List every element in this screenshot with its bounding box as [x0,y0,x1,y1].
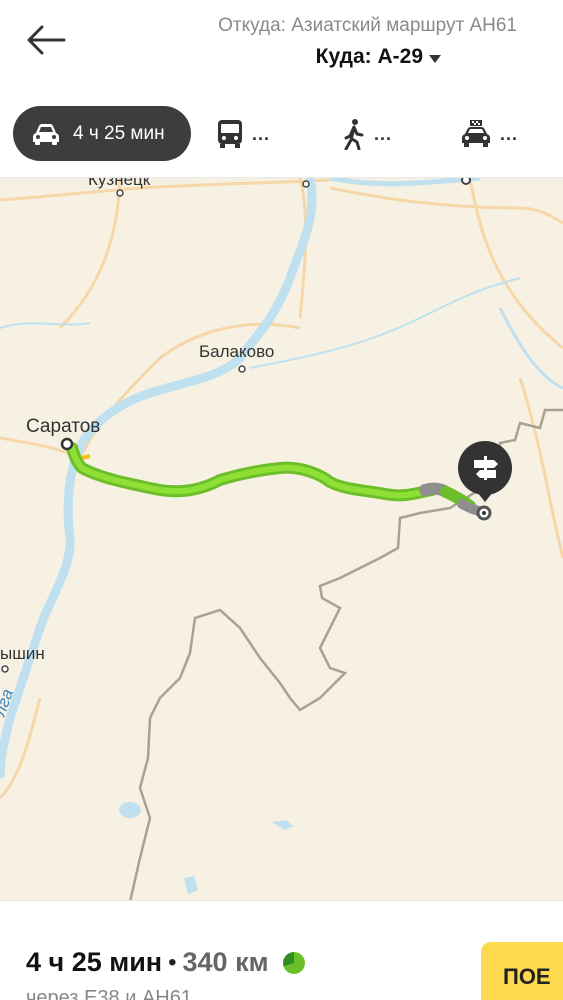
tab-public-transport-label: ... [252,123,271,144]
city-label-kuznetsk: Кузнецк [88,178,151,189]
go-button[interactable]: ПОЕ [481,942,563,1000]
tab-car-label: 4 ч 25 мин [73,122,165,144]
map-canvas [0,178,563,902]
map-view[interactable]: Кузнецк Балаково Саратов ышин лга [0,178,563,902]
city-dot [302,180,310,188]
bus-icon [218,120,242,148]
city-label-saratov: Саратов [26,416,101,437]
route-end-point-dot [482,511,486,515]
city-dot [461,178,471,185]
route-duration: 4 ч 25 мин [26,947,163,977]
taxi-icon [462,120,490,147]
tab-walk[interactable]: ... [342,114,392,154]
city-label-balakovo: Балаково [199,342,275,361]
car-icon [33,123,59,145]
tab-taxi-label: ... [500,123,519,144]
tab-car[interactable]: 4 ч 25 мин [13,106,191,161]
route-header: Откуда: Азиатский маршрут АН61 Куда: А-2… [0,0,563,90]
lake [119,802,141,818]
tab-walk-label: ... [374,123,393,144]
pedestrian-icon [344,119,364,150]
route-distance: 340 км [182,947,269,977]
tab-taxi[interactable]: ... [460,114,518,154]
arrow-left-icon [27,25,66,55]
transport-mode-tabs: 4 ч 25 мин ... ... ... [0,90,563,178]
city-dot [1,665,9,673]
city-dot [238,365,246,373]
summary-separator: • [168,948,177,976]
route-summary: 4 ч 25 мин • 340 км [26,947,305,978]
route-to-text[interactable]: Куда: А-29 [316,45,423,69]
route-start-point[interactable] [60,437,74,451]
caret-down-icon[interactable] [426,50,444,68]
city-dot [116,189,124,197]
tab-public-transport[interactable]: ... [216,114,270,154]
city-label-kamyshin: ышин [0,644,45,663]
route-start-marker [81,454,91,460]
back-button[interactable] [24,18,68,62]
route-from-text[interactable]: Откуда: Азиатский маршрут АН61 [218,15,517,37]
route-summary-sheet[interactable]: 4 ч 25 мин • 340 км через Е38 и АН61 ПОЕ [0,900,563,1000]
traffic-indicator-icon [282,951,305,974]
route-via: через Е38 и АН61 [26,987,192,1000]
